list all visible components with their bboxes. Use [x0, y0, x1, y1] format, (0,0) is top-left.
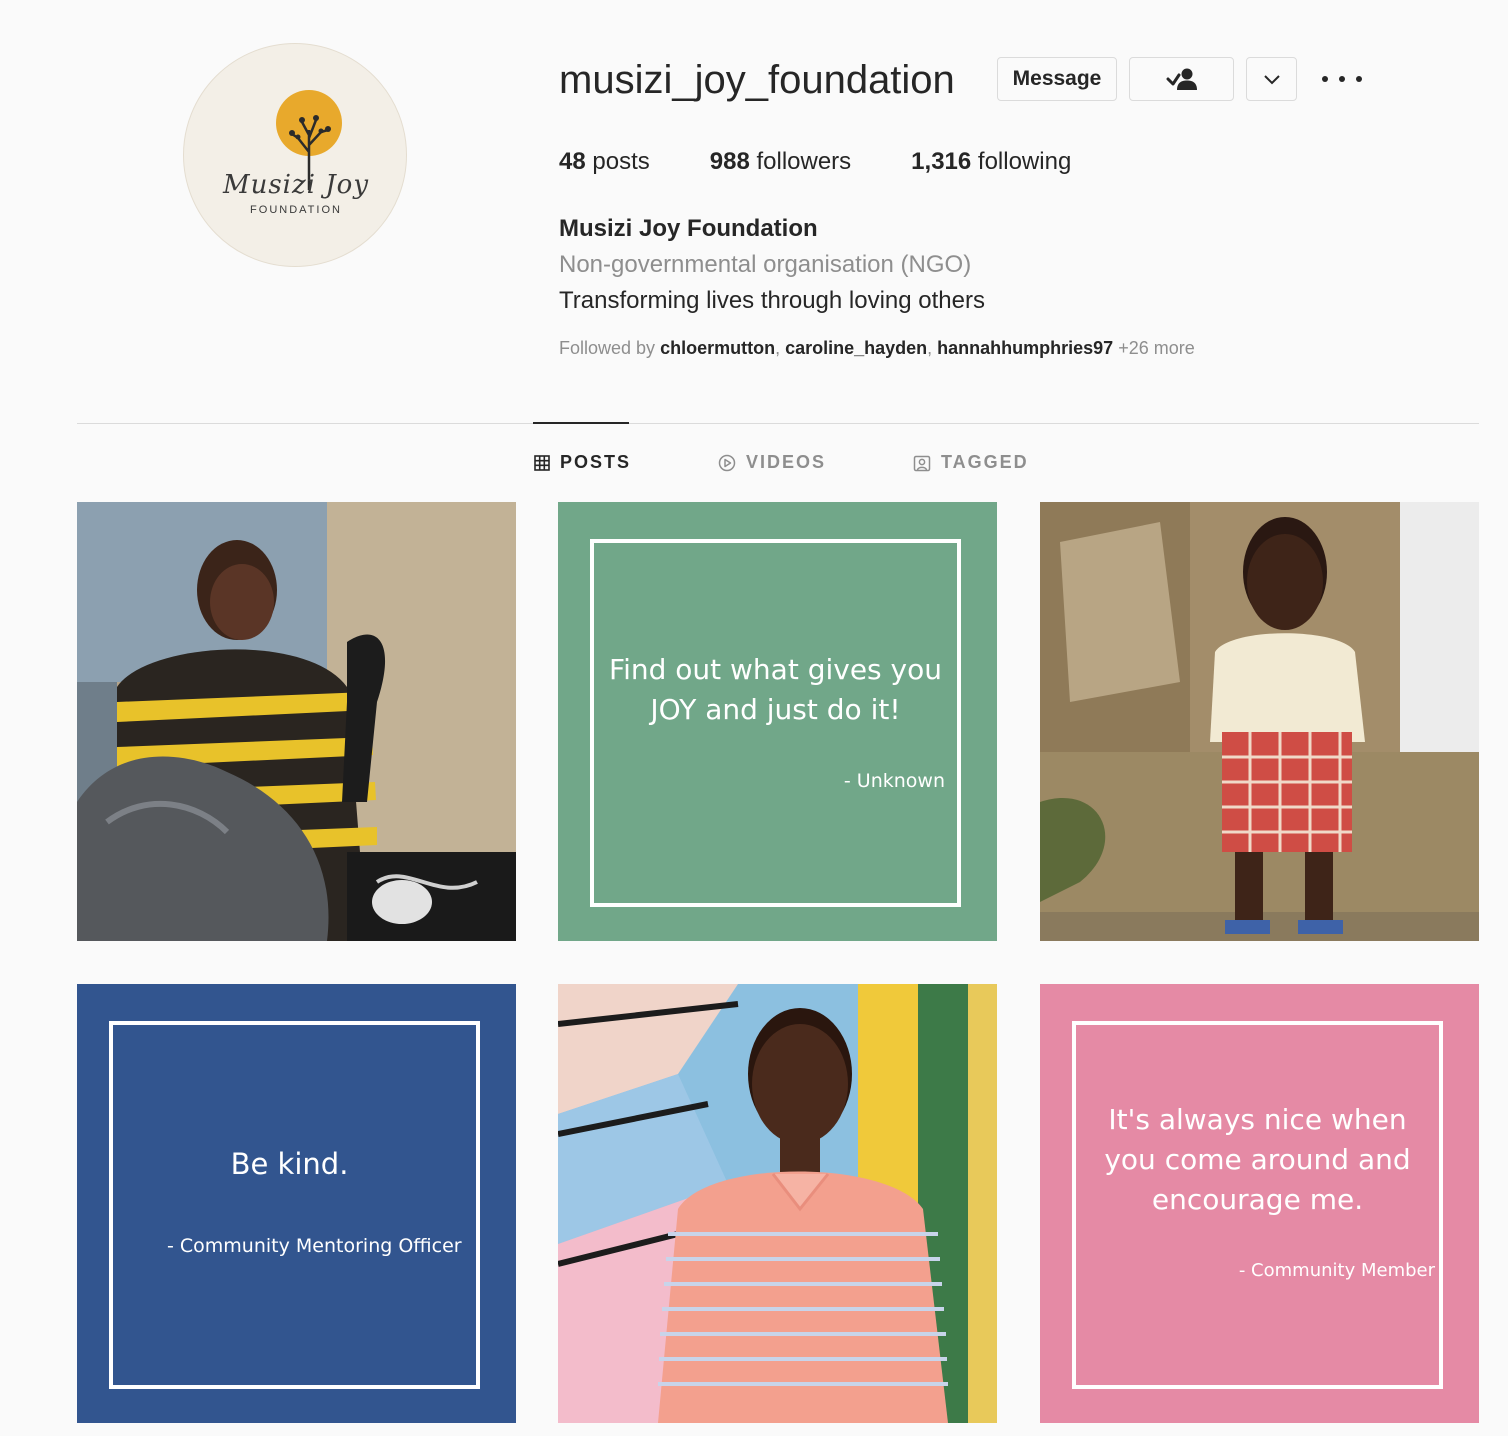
post-tile[interactable]: Find out what gives you JOY and just do … — [558, 502, 997, 941]
tab-tagged[interactable]: TAGGED — [913, 452, 1029, 473]
active-tab-indicator — [533, 422, 629, 424]
quote-attribution: - Community Member — [1238, 1260, 1435, 1281]
play-circle-icon — [718, 454, 736, 471]
quote-attribution: - Community Mentoring Officer — [167, 1235, 462, 1257]
profile-bio: Transforming lives through loving others — [559, 287, 985, 314]
quote-attribution: - Unknown — [843, 770, 945, 792]
tab-videos[interactable]: VIDEOS — [718, 452, 826, 473]
followed-by-more[interactable]: +26 more — [1118, 338, 1195, 358]
post-tile[interactable] — [1040, 502, 1479, 941]
suggested-accounts-button[interactable] — [1246, 57, 1297, 101]
quote-text: Find out what gives you JOY and just do … — [609, 653, 942, 726]
following-person-check-icon — [1166, 68, 1197, 90]
grid-icon — [534, 454, 550, 471]
followed-by-account[interactable]: chloermutton — [660, 338, 775, 358]
tab-posts[interactable]: POSTS — [534, 452, 631, 473]
post-photo-young-man-mural — [558, 984, 997, 1423]
post-tile[interactable]: It's always nice when you come around an… — [1040, 984, 1479, 1423]
chevron-down-icon — [1263, 75, 1280, 85]
quote-text: Be kind. — [230, 1147, 349, 1181]
post-photo-woman-sewing — [77, 502, 516, 941]
profile-full-name: Musizi Joy Foundation — [559, 215, 818, 242]
profile-stats: 48 posts 988 followers 1,316 following — [559, 148, 1131, 176]
quote-frame — [109, 1021, 480, 1389]
logo-subtitle: FOUNDATION — [250, 204, 342, 216]
message-button[interactable]: Message — [997, 57, 1117, 101]
post-photo-smiling-boy — [1040, 502, 1479, 941]
followed-by-account[interactable]: caroline_hayden — [785, 338, 927, 358]
more-options-icon[interactable] — [1322, 68, 1362, 90]
profile-category: Non-governmental organisation (NGO) — [559, 251, 972, 278]
following-stat[interactable]: 1,316 following — [911, 148, 1071, 176]
followers-stat[interactable]: 988 followers — [710, 148, 851, 176]
posts-stat: 48 posts — [559, 148, 650, 175]
tabs-divider — [77, 423, 1479, 424]
profile-avatar[interactable]: Musizi Joy FOUNDATION — [183, 43, 407, 267]
logo-name: Musizi Joy — [222, 170, 370, 200]
post-tile[interactable]: Be kind. - Community Mentoring Officer — [77, 984, 516, 1423]
quote-text: It's always nice when you come around an… — [1104, 1103, 1411, 1216]
followed-by[interactable]: Followed by chloermutton, caroline_hayde… — [559, 338, 1195, 359]
post-tile[interactable] — [77, 502, 516, 941]
profile-username: musizi_joy_foundation — [559, 58, 955, 102]
post-tile[interactable] — [558, 984, 997, 1423]
following-button[interactable] — [1129, 57, 1234, 101]
tagged-person-icon — [913, 455, 931, 471]
followed-by-account[interactable]: hannahhumphries97 — [937, 338, 1113, 358]
